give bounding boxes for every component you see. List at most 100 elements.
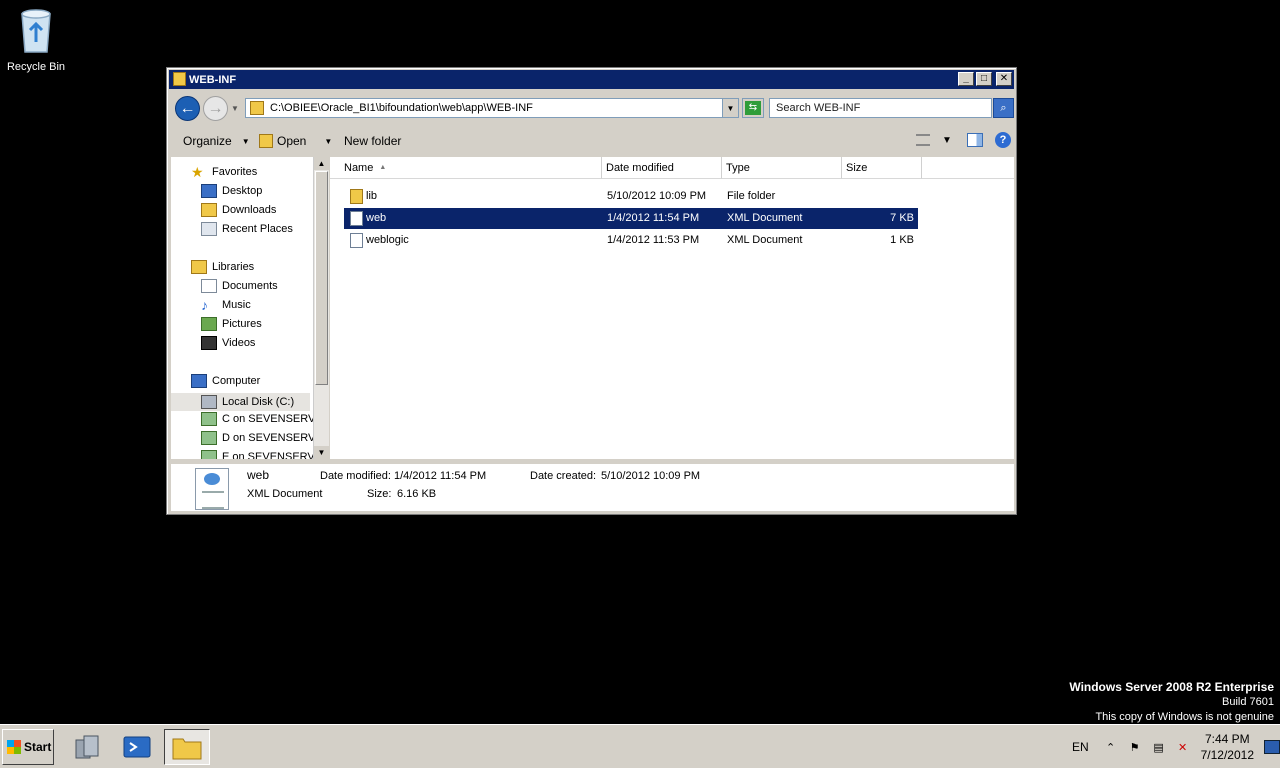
- show-hidden-icons-icon[interactable]: ⌃: [1103, 739, 1119, 755]
- title-bar[interactable]: WEB-INF _ □ ✕: [169, 70, 1014, 89]
- table-row[interactable]: weblogic 1/4/2012 11:53 PM XML Document …: [344, 230, 918, 251]
- nav-computer[interactable]: Computer: [191, 374, 260, 388]
- language-indicator[interactable]: EN: [1072, 740, 1089, 754]
- scroll-thumb[interactable]: [315, 171, 328, 385]
- network-drive-icon: [201, 431, 217, 445]
- nav-label: C on SEVENSERVER: [222, 413, 326, 425]
- column-header-date-modified[interactable]: Date modified: [602, 157, 722, 179]
- address-dropdown-button[interactable]: ▼: [722, 99, 738, 117]
- forward-button[interactable]: →: [203, 96, 228, 121]
- column-header-name[interactable]: Name ▲: [330, 157, 602, 179]
- recent-places-icon: [201, 222, 217, 236]
- column-label: Type: [726, 161, 750, 174]
- help-icon: ?: [995, 132, 1011, 148]
- folder-icon: [250, 101, 264, 115]
- scroll-down-icon[interactable]: ▼: [314, 446, 329, 459]
- libraries-icon: [191, 260, 207, 274]
- start-button[interactable]: Start: [2, 729, 54, 765]
- details-date-created: 5/10/2012 10:09 PM: [601, 470, 701, 482]
- clock-date: 7/12/2012: [1200, 748, 1254, 762]
- file-name: weblogic: [366, 234, 409, 246]
- column-label: Date modified: [606, 161, 674, 174]
- star-icon: ★: [191, 164, 204, 180]
- nav-label: Desktop: [222, 185, 263, 197]
- network-icon[interactable]: ▤: [1151, 739, 1167, 755]
- nav-music[interactable]: ♪ Music: [201, 298, 251, 312]
- table-row[interactable]: lib 5/10/2012 10:09 PM File folder: [344, 186, 918, 207]
- server-manager-taskbar-button[interactable]: [64, 729, 110, 765]
- powershell-taskbar-button[interactable]: [114, 729, 160, 765]
- address-bar[interactable]: C:\OBIEE\Oracle_BI1\bifoundation\web\app…: [245, 98, 739, 118]
- search-input[interactable]: Search WEB-INF: [769, 98, 992, 118]
- network-drive-icon: [201, 450, 217, 459]
- nav-label: D on SEVENSERVER: [222, 432, 326, 444]
- table-row[interactable]: web 1/4/2012 11:54 PM XML Document 7 KB: [344, 208, 918, 229]
- nav-e-on-sevenserver[interactable]: E on SEVENSERVER: [201, 450, 326, 459]
- nav-videos[interactable]: Videos: [201, 336, 255, 350]
- videos-icon: [201, 336, 217, 350]
- preview-pane-button[interactable]: [964, 129, 986, 151]
- nav-local-disk[interactable]: Local Disk (C:): [171, 393, 310, 411]
- nav-label: Computer: [212, 375, 261, 387]
- show-desktop-button[interactable]: [1264, 740, 1280, 754]
- nav-desktop[interactable]: Desktop: [201, 184, 262, 198]
- explorer-taskbar-button[interactable]: [164, 729, 210, 765]
- preview-pane-icon: [967, 133, 983, 147]
- details-file-type: XML Document: [247, 488, 323, 500]
- column-header-size[interactable]: Size: [842, 157, 922, 179]
- xml-document-icon: [195, 468, 229, 510]
- nav-label: Local Disk (C:): [222, 396, 295, 408]
- details-date-modified: 1/4/2012 11:54 PM: [394, 470, 487, 482]
- help-button[interactable]: ?: [992, 129, 1014, 151]
- file-list: Name ▲ Date modified Type Size lib 5/10/…: [330, 157, 1014, 459]
- view-options-dropdown[interactable]: ▼: [936, 129, 958, 151]
- search-button[interactable]: ⌕: [993, 98, 1014, 118]
- details-size-label: Size:: [367, 488, 392, 500]
- nav-favorites[interactable]: ★ Favorites: [191, 165, 257, 179]
- recycle-bin-desktop-icon[interactable]: Recycle Bin: [4, 6, 68, 73]
- file-date: 5/10/2012 10:09 PM: [607, 190, 707, 202]
- nav-label: Recent Places: [222, 223, 293, 235]
- nav-recent-places[interactable]: Recent Places: [201, 222, 293, 236]
- organize-button[interactable]: Organize ▼: [183, 129, 250, 153]
- nav-pictures[interactable]: Pictures: [201, 317, 262, 331]
- minimize-button[interactable]: _: [958, 72, 974, 86]
- watermark-edition: Windows Server 2008 R2 Enterprise: [1069, 680, 1274, 694]
- pictures-icon: [201, 317, 217, 331]
- recent-pages-dropdown[interactable]: ▼: [231, 104, 239, 113]
- open-label: Open: [277, 134, 307, 148]
- nav-downloads[interactable]: Downloads: [201, 203, 276, 217]
- nav-documents[interactable]: Documents: [201, 279, 278, 293]
- search-placeholder: Search WEB-INF: [776, 102, 861, 114]
- refresh-button[interactable]: ⇆: [742, 98, 764, 118]
- server-manager-icon: [75, 735, 99, 759]
- refresh-icon: ⇆: [745, 101, 761, 115]
- file-date: 1/4/2012 11:54 PM: [607, 212, 700, 224]
- new-folder-button[interactable]: New folder: [344, 129, 401, 153]
- close-button[interactable]: ✕: [996, 72, 1012, 86]
- view-icon: [916, 134, 930, 146]
- nav-d-on-sevenserver[interactable]: D on SEVENSERVER: [201, 431, 326, 445]
- chevron-down-icon: ▼: [324, 136, 333, 146]
- nav-libraries[interactable]: Libraries: [191, 260, 254, 274]
- back-button[interactable]: ←: [175, 96, 200, 121]
- open-button[interactable]: Open ▼: [259, 129, 332, 153]
- command-bar: Organize ▼ Open ▼ New folder ▼ ?: [171, 126, 1014, 156]
- recycle-bin-label: Recycle Bin: [6, 61, 66, 73]
- scroll-up-icon[interactable]: ▲: [314, 157, 329, 170]
- column-label: Name: [344, 161, 374, 174]
- documents-icon: [201, 279, 217, 293]
- file-type: XML Document: [727, 234, 803, 246]
- explorer-window: WEB-INF _ □ ✕ ← → ▼ C:\OBIEE\Oracle_BI1\…: [166, 67, 1017, 515]
- column-header-type[interactable]: Type: [722, 157, 842, 179]
- sort-arrow-icon: ▲: [379, 164, 387, 171]
- file-size: 1 KB: [890, 234, 914, 246]
- clock[interactable]: 7:44 PM 7/12/2012: [1201, 731, 1254, 763]
- change-view-button[interactable]: [912, 129, 934, 151]
- drive-icon: [201, 395, 217, 409]
- nav-c-on-sevenserver[interactable]: C on SEVENSERVER: [201, 412, 326, 426]
- maximize-button[interactable]: □: [976, 72, 992, 86]
- nav-scrollbar[interactable]: ▲ ▼: [313, 157, 329, 459]
- action-center-flag-icon[interactable]: ⚑: [1127, 739, 1143, 755]
- volume-muted-icon[interactable]: ✕: [1175, 739, 1191, 755]
